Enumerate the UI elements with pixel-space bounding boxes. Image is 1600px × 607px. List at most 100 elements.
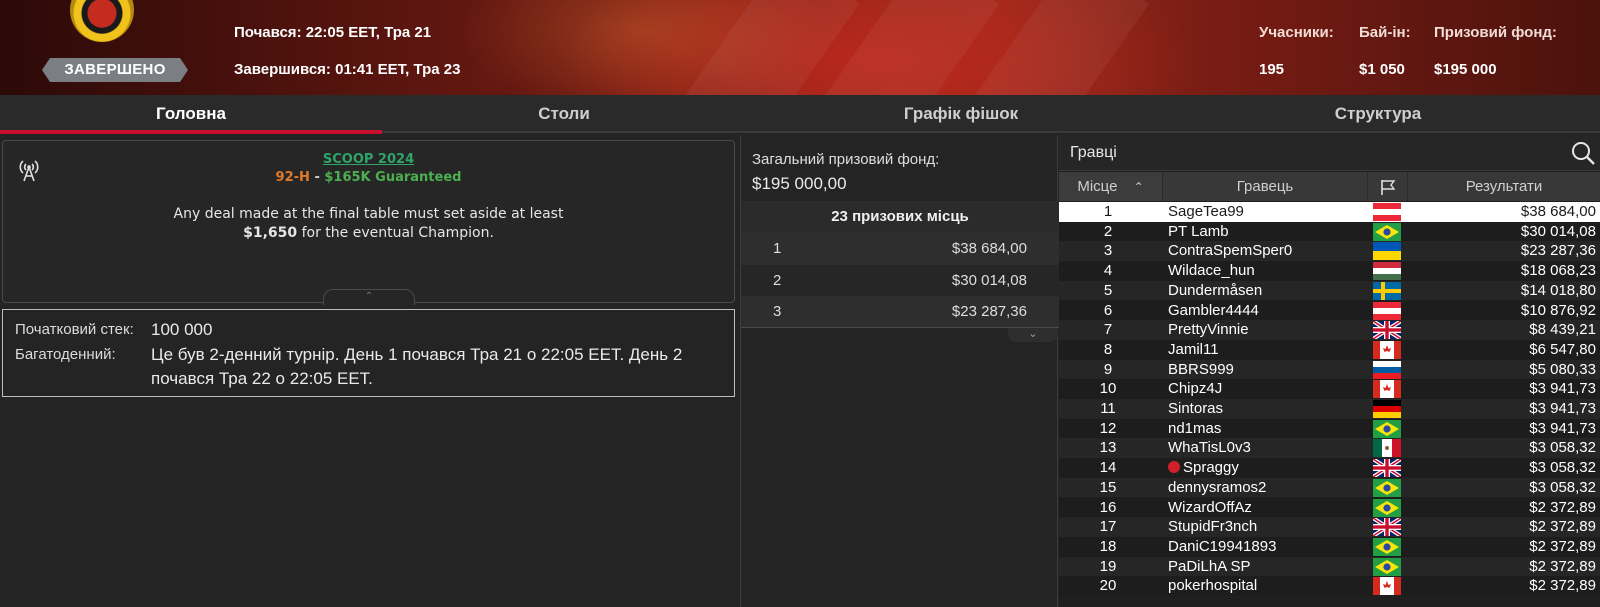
player-result: $3 941,73	[1529, 400, 1596, 417]
multiday-label: Багатоденний:	[15, 346, 116, 363]
country-flag-icon	[1373, 203, 1401, 221]
player-place: 1	[1103, 203, 1113, 220]
player-name-cell: BBRS999	[1168, 360, 1234, 380]
column-place-label: Місце	[1077, 178, 1118, 195]
player-result: $2 372,89	[1529, 537, 1596, 555]
column-header-country[interactable]	[1368, 172, 1408, 201]
player-place: 10	[1099, 380, 1117, 398]
player-row[interactable]: 10 Chipz4J $3 941,73	[1059, 379, 1600, 399]
player-place: 5	[1103, 281, 1113, 299]
player-place: 16	[1099, 498, 1117, 516]
player-row[interactable]: 14 Spraggy $3 058,32	[1059, 458, 1600, 478]
player-name: Chipz4J	[1168, 380, 1223, 398]
player-place: 14	[1099, 459, 1117, 477]
player-row[interactable]: 12 nd1mas $3 941,73	[1059, 418, 1600, 439]
tab-main[interactable]: Головна	[0, 95, 382, 134]
player-place: 8	[1103, 340, 1113, 358]
prize-row: 1 $38 684,00	[741, 233, 1059, 265]
player-name-cell: nd1mas	[1168, 419, 1221, 439]
player-row[interactable]: 9 BBRS999 $5 080,33	[1059, 359, 1600, 380]
country-flag-icon	[1373, 301, 1401, 320]
player-name: Sintoras	[1168, 400, 1224, 417]
player-row[interactable]: 7 PrettyVinnie $8 439,21	[1059, 320, 1600, 340]
player-row[interactable]: 3 ContraSpemSper0 $23 287,36	[1059, 241, 1600, 262]
player-name: ContraSpemSper0	[1168, 242, 1293, 260]
player-name: Spraggy	[1183, 459, 1239, 477]
total-prize-pool-label: Загальний призовий фонд:	[752, 151, 940, 168]
player-row[interactable]: 17 StupidFr3nch $2 372,89	[1059, 517, 1600, 537]
player-name: Gambler4444	[1168, 301, 1259, 319]
expand-prizes-toggle[interactable]: ⌄	[1008, 328, 1058, 342]
player-name: PaDiLhA SP	[1168, 557, 1251, 575]
player-result: $3 058,32	[1529, 478, 1596, 496]
starting-stack-label: Початковий стек:	[15, 321, 134, 338]
player-name: nd1mas	[1168, 419, 1222, 437]
player-name-cell: PaDiLhA SP	[1168, 557, 1251, 577]
pokerstars-pro-icon	[1168, 461, 1180, 474]
tab-tables[interactable]: Столи	[382, 95, 746, 133]
player-row[interactable]: 18 DaniC19941893 $2 372,89	[1059, 536, 1600, 557]
country-flag-icon	[1373, 478, 1401, 497]
prize-amount: $38 684,00	[951, 240, 1027, 257]
player-place: 6	[1103, 301, 1113, 319]
player-row[interactable]: 2 PT Lamb $30 014,08	[1059, 221, 1600, 242]
tournament-header: ЗАВЕРШЕНО Почався: 22:05 EET, Тра 21 Зав…	[0, 0, 1600, 95]
country-flag-icon	[1373, 459, 1401, 478]
players-table-header: Місце ⌃ Гравець Результати	[1059, 172, 1600, 201]
column-header-place[interactable]: Місце ⌃	[1059, 172, 1163, 201]
player-result: $10 876,92	[1520, 301, 1596, 319]
player-row[interactable]: 15 dennysramos2 $3 058,32	[1059, 477, 1600, 498]
player-name-cell: Spraggy	[1168, 458, 1239, 478]
player-row[interactable]: 4 Wildace_hun $18 068,23	[1059, 261, 1600, 281]
player-place: 20	[1099, 577, 1117, 595]
player-name-cell: WizardOffAz	[1168, 498, 1252, 518]
multiday-value: Це був 2-денний турнір. День 1 почався Т…	[151, 345, 683, 388]
player-row[interactable]: 20 pokerhospital $2 372,89	[1059, 576, 1600, 596]
player-name-cell: Wildace_hun	[1168, 261, 1255, 281]
deal-rule-amount: $1,650	[243, 225, 298, 241]
players-title: Гравці	[1070, 144, 1117, 161]
prize-amount: $30 014,08	[951, 272, 1027, 289]
player-name: WizardOffAz	[1168, 498, 1252, 516]
scoop-logo-icon	[70, 0, 134, 42]
prize-panel: Загальний призовий фонд: $195 000,00 23 …	[740, 135, 1059, 607]
tournament-details: Початковий стек: 100 000 Багатоденний: Ц…	[2, 309, 735, 397]
player-place: 15	[1099, 478, 1117, 496]
player-place: 9	[1103, 360, 1113, 378]
player-row[interactable]: 19 PaDiLhA SP $2 372,89	[1059, 556, 1600, 577]
column-header-player[interactable]: Гравець	[1163, 172, 1368, 201]
player-place: 17	[1099, 518, 1117, 536]
country-flag-icon	[1373, 557, 1401, 576]
player-place: 3	[1103, 242, 1113, 260]
country-flag-icon	[1373, 222, 1401, 241]
country-flag-icon	[1373, 400, 1401, 418]
player-name-cell: WhaTisL0v3	[1168, 438, 1251, 458]
player-name-cell: SageTea99	[1168, 202, 1244, 222]
player-name: PrettyVinnie	[1168, 321, 1249, 339]
series-link[interactable]: SCOOP 2024	[323, 152, 414, 167]
player-place: 7	[1103, 321, 1113, 339]
tab-structure[interactable]: Структура	[1176, 95, 1580, 133]
player-row[interactable]: 8 Jamil11 $6 547,80	[1059, 339, 1600, 360]
player-row[interactable]: 13 WhaTisL0v3 $3 058,32	[1059, 438, 1600, 459]
prizepool-value: $195 000	[1434, 61, 1497, 78]
starting-stack-value: 100 000	[151, 320, 213, 339]
player-row[interactable]: 1 SageTea99 $38 684,00	[1059, 202, 1600, 222]
player-name: StupidFr3nch	[1168, 518, 1258, 536]
player-row[interactable]: 11 Sintoras $3 941,73	[1059, 399, 1600, 419]
player-row[interactable]: 6 Gambler4444 $10 876,92	[1059, 300, 1600, 321]
player-name-cell: pokerhospital	[1168, 576, 1257, 596]
player-place: 4	[1103, 262, 1113, 280]
search-icon[interactable]	[1570, 140, 1596, 171]
entrants-value: 195	[1259, 61, 1285, 78]
start-time: Почався: 22:05 EET, Тра 21	[234, 24, 432, 41]
header-decor	[670, 0, 860, 95]
column-header-result[interactable]: Результати	[1408, 172, 1600, 201]
player-result: $3 058,32	[1529, 459, 1596, 477]
country-flag-icon	[1373, 498, 1401, 517]
collapse-toggle[interactable]: ⌃	[323, 289, 415, 305]
tab-chip-graph[interactable]: Графік фішок	[746, 95, 1176, 133]
country-flag-icon	[1373, 518, 1401, 537]
player-row[interactable]: 5 Dundermåsen $14 018,80	[1059, 280, 1600, 301]
player-row[interactable]: 16 WizardOffAz $2 372,89	[1059, 497, 1600, 518]
